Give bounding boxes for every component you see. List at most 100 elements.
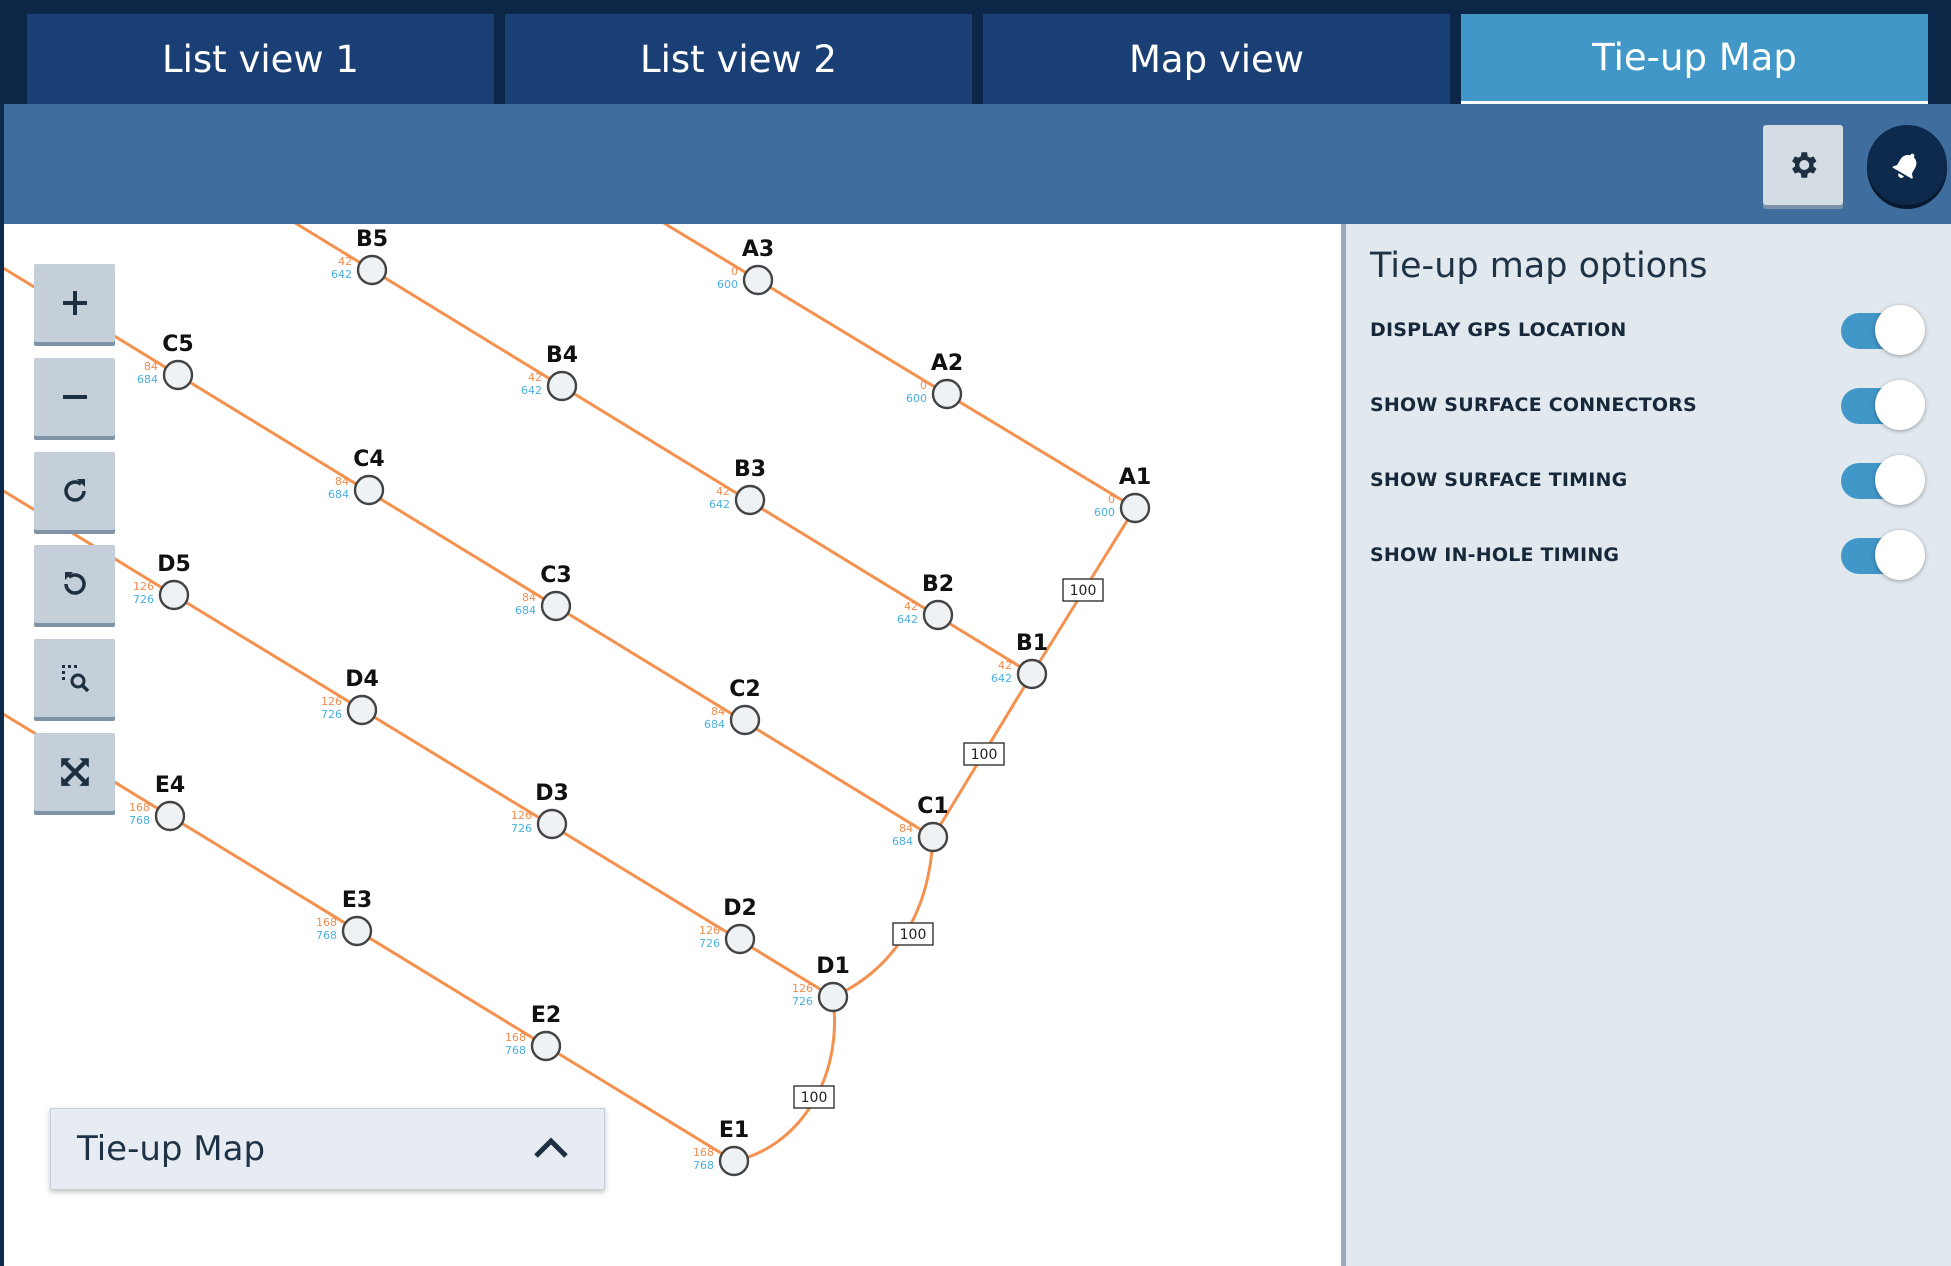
toggle-show-surface-timing[interactable] <box>1841 455 1929 505</box>
delay-label-B1-C1: 100 <box>963 742 1005 766</box>
hole-name: D3 <box>535 781 569 806</box>
delay-label-A1-B1: 100 <box>1062 578 1104 602</box>
hole-B2[interactable]: B2 42642 <box>897 572 954 631</box>
hole-marker[interactable] <box>1119 492 1151 524</box>
hole-in-hole-timing: 726 <box>699 937 720 950</box>
hole-surface-timing: 42 <box>998 659 1012 672</box>
hole-name: B4 <box>546 343 578 368</box>
hole-name: B1 <box>1016 631 1048 656</box>
hole-C4[interactable]: C4 84684 <box>328 447 385 506</box>
hole-marker[interactable] <box>546 370 578 402</box>
hole-E1[interactable]: E1 168768 <box>693 1118 750 1177</box>
hole-name: C5 <box>162 332 193 357</box>
hole-C3[interactable]: C3 84684 <box>515 563 572 622</box>
hole-E3[interactable]: E3 168768 <box>316 888 373 947</box>
tab-tie-up-map[interactable]: Tie-up Map <box>1461 14 1928 104</box>
toggle-display-gps-location[interactable] <box>1841 305 1929 355</box>
hole-surface-timing: 126 <box>792 982 813 995</box>
hole-name: C2 <box>729 677 760 702</box>
hole-C5[interactable]: C5 84684 <box>137 332 194 391</box>
rotate-clockwise-button[interactable] <box>34 452 115 530</box>
hole-marker[interactable] <box>158 579 190 611</box>
hole-D2[interactable]: D2126726 <box>699 896 757 955</box>
hole-marker[interactable] <box>917 821 949 853</box>
hole-surface-timing: 126 <box>699 924 720 937</box>
hole-marker[interactable] <box>922 599 954 631</box>
hole-surface-timing: 42 <box>528 371 542 384</box>
delay-value: 100 <box>900 927 927 943</box>
hole-marker[interactable] <box>536 808 568 840</box>
settings-button[interactable] <box>1763 125 1843 205</box>
hole-marker[interactable] <box>817 981 849 1013</box>
hole-name: D1 <box>816 954 850 979</box>
hole-name: E2 <box>531 1003 561 1028</box>
hole-marker[interactable] <box>154 800 186 832</box>
hole-marker[interactable] <box>734 484 766 516</box>
chevron-up-icon[interactable] <box>532 1135 570 1166</box>
hole-C2[interactable]: C2 84684 <box>704 677 761 736</box>
hole-surface-timing: 168 <box>129 801 150 814</box>
hole-B3[interactable]: B3 42642 <box>709 457 766 516</box>
hole-marker[interactable] <box>1016 658 1048 690</box>
hole-surface-timing: 168 <box>693 1146 714 1159</box>
row-connector-A <box>662 224 1136 510</box>
hole-name: C3 <box>540 563 571 588</box>
hole-marker[interactable] <box>162 359 194 391</box>
tab-map-view[interactable]: Map view <box>983 14 1450 104</box>
hole-E4[interactable]: E4 168768 <box>129 773 186 832</box>
tab-list-view-2[interactable]: List view 2 <box>505 14 972 104</box>
rotate-ccw-icon <box>63 572 86 595</box>
minus-icon <box>62 395 87 399</box>
hole-surface-timing: 126 <box>511 809 532 822</box>
zoom-out-button[interactable] <box>34 358 115 436</box>
expand-icon <box>60 758 89 786</box>
tie-up-map-canvas[interactable]: 100 100 100 100 A1 0 600 A2 0 600 A3 0 600 B1 42 642 B2… <box>4 224 1341 1266</box>
hole-surface-timing: 84 <box>711 705 725 718</box>
rotate-counterclockwise-button[interactable] <box>34 545 115 623</box>
hole-marker[interactable] <box>931 378 963 410</box>
hole-marker[interactable] <box>540 590 572 622</box>
hole-D5[interactable]: D5126726 <box>133 552 191 611</box>
hole-A2[interactable]: A2 0600 <box>906 351 963 410</box>
hole-in-hole-timing: 726 <box>511 822 532 835</box>
options-title: Tie-up map options <box>1370 246 1708 286</box>
hole-in-hole-timing: 642 <box>331 268 352 281</box>
zoom-in-button[interactable] <box>34 264 115 342</box>
hole-A3[interactable]: A3 0600 <box>717 237 774 296</box>
fit-to-screen-button[interactable] <box>34 733 115 811</box>
plus-icon <box>62 291 87 315</box>
tie-up-map-panel[interactable]: Tie-up Map <box>50 1108 605 1190</box>
hole-D4[interactable]: D4126726 <box>321 667 379 726</box>
hole-B5[interactable]: B5 42642 <box>331 227 388 286</box>
hole-surface-timing: 84 <box>899 822 913 835</box>
toggle-show-in-hole-timing[interactable] <box>1841 530 1929 580</box>
hole-in-hole-timing: 684 <box>515 604 536 617</box>
hole-in-hole-timing: 642 <box>897 613 918 626</box>
hole-marker[interactable] <box>742 264 774 296</box>
hole-surface-timing: 0 <box>920 379 927 392</box>
row-connector-C <box>4 266 934 839</box>
hole-name: E4 <box>155 773 185 798</box>
hole-marker[interactable] <box>718 1145 750 1177</box>
zoom-to-selection-button[interactable] <box>34 639 115 717</box>
hole-name: D2 <box>723 896 757 921</box>
hole-in-hole-timing: 768 <box>129 814 150 827</box>
hole-A1[interactable]: A1 0600 <box>1094 465 1151 524</box>
hole-D1[interactable]: D1126726 <box>792 954 850 1013</box>
bell-icon <box>1892 153 1917 179</box>
toggle-show-surface-connectors[interactable] <box>1841 380 1929 430</box>
hole-marker[interactable] <box>353 474 385 506</box>
hole-D3[interactable]: D3126726 <box>511 781 569 840</box>
hole-marker[interactable] <box>346 694 378 726</box>
hole-marker[interactable] <box>724 923 756 955</box>
hole-marker[interactable] <box>530 1030 562 1062</box>
hole-marker[interactable] <box>341 915 373 947</box>
tab-list-view-1[interactable]: List view 1 <box>27 14 494 104</box>
hole-marker[interactable] <box>356 254 388 286</box>
hole-B4[interactable]: B4 42642 <box>521 343 578 402</box>
hole-marker[interactable] <box>729 704 761 736</box>
tie-up-map-panel-title: Tie-up Map <box>77 1129 266 1169</box>
notification-button[interactable] <box>1867 125 1947 205</box>
hole-E2[interactable]: E2 168768 <box>505 1003 562 1062</box>
hole-surface-timing: 126 <box>321 695 342 708</box>
